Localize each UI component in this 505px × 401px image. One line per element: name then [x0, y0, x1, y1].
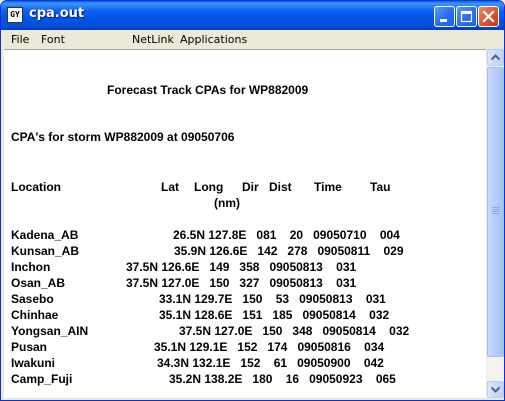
- row-values: 35.2N 138.2E 180 16 09050923 065: [169, 372, 396, 386]
- menu-applications[interactable]: Applications: [180, 32, 247, 47]
- header-long: Long: [194, 180, 224, 194]
- vertical-scrollbar[interactable]: [486, 49, 504, 398]
- row-location: Kunsan_AB: [11, 244, 80, 258]
- row-values: 35.1N 128.6E 151 185 09050814 032: [159, 308, 390, 322]
- app-icon[interactable]: GY: [7, 7, 23, 23]
- text-output-area[interactable]: Forecast Track CPAs for WP882009 CPA's f…: [4, 49, 486, 398]
- row-location: Sasebo: [11, 292, 54, 306]
- report-subheading: CPA's for storm WP882009 at 09050706: [11, 130, 235, 144]
- header-units: (nm): [214, 196, 240, 210]
- row-location: Iwakuni: [11, 356, 56, 370]
- header-lat: Lat: [161, 180, 179, 194]
- row-values: 26.5N 127.8E 081 20 09050710 004: [173, 228, 400, 242]
- menu-font[interactable]: Font: [41, 32, 65, 47]
- scroll-down-button[interactable]: [487, 381, 504, 398]
- thumb-grip: [492, 213, 500, 214]
- header-location: Location: [11, 180, 61, 194]
- row-values: 37.5N 127.0E 150 327 09050813 031: [126, 276, 357, 290]
- row-values: 37.5N 127.0E 150 348 09050814 032: [179, 324, 410, 338]
- row-values: 35.1N 129.1E 152 174 09050816 034: [154, 340, 385, 354]
- report-heading: Forecast Track CPAs for WP882009: [107, 83, 309, 97]
- row-values: 37.5N 126.6E 149 358 09050813 031: [126, 260, 357, 274]
- close-icon: [482, 10, 495, 23]
- header-dist: Dist: [269, 180, 292, 194]
- maximize-button[interactable]: [456, 6, 477, 27]
- row-location: Chinhae: [11, 308, 59, 322]
- thumb-grip: [492, 209, 500, 210]
- scroll-up-arrow-icon: [491, 54, 500, 61]
- menu-netlink[interactable]: NetLink: [132, 32, 174, 47]
- maximize-icon: [460, 10, 473, 23]
- scroll-down-arrow-icon: [491, 386, 500, 393]
- row-location: Camp_Fuji: [11, 372, 73, 386]
- row-location: Inchon: [11, 260, 51, 274]
- menu-bar: File Font NetLink Applications: [2, 30, 504, 49]
- app-window: GY cpa.out File Font NetLink Application…: [0, 0, 505, 401]
- row-values: 35.9N 126.6E 142 278 09050811 029: [174, 244, 404, 258]
- row-location: Yongsan_AIN: [11, 324, 89, 338]
- row-location: Pusan: [11, 340, 48, 354]
- header-dir: Dir: [242, 180, 259, 194]
- close-button[interactable]: [478, 6, 499, 27]
- minimize-icon: [440, 19, 447, 22]
- thumb-grip: [492, 211, 500, 212]
- title-bar[interactable]: GY cpa.out: [1, 1, 504, 30]
- scroll-thumb[interactable]: [487, 67, 504, 357]
- row-location: Osan_AB: [11, 276, 66, 290]
- minimize-button[interactable]: [434, 6, 455, 27]
- window-title: cpa.out: [29, 6, 85, 21]
- header-time: Time: [314, 180, 342, 194]
- row-location: Kadena_AB: [11, 228, 79, 242]
- row-values: 33.1N 129.7E 150 53 09050813 031: [159, 292, 386, 306]
- thumb-grip: [492, 207, 500, 208]
- row-values: 34.3N 132.1E 152 61 09050900 042: [157, 356, 384, 370]
- header-tau: Tau: [370, 180, 391, 194]
- scroll-up-button[interactable]: [487, 49, 504, 66]
- menu-file[interactable]: File: [11, 32, 29, 47]
